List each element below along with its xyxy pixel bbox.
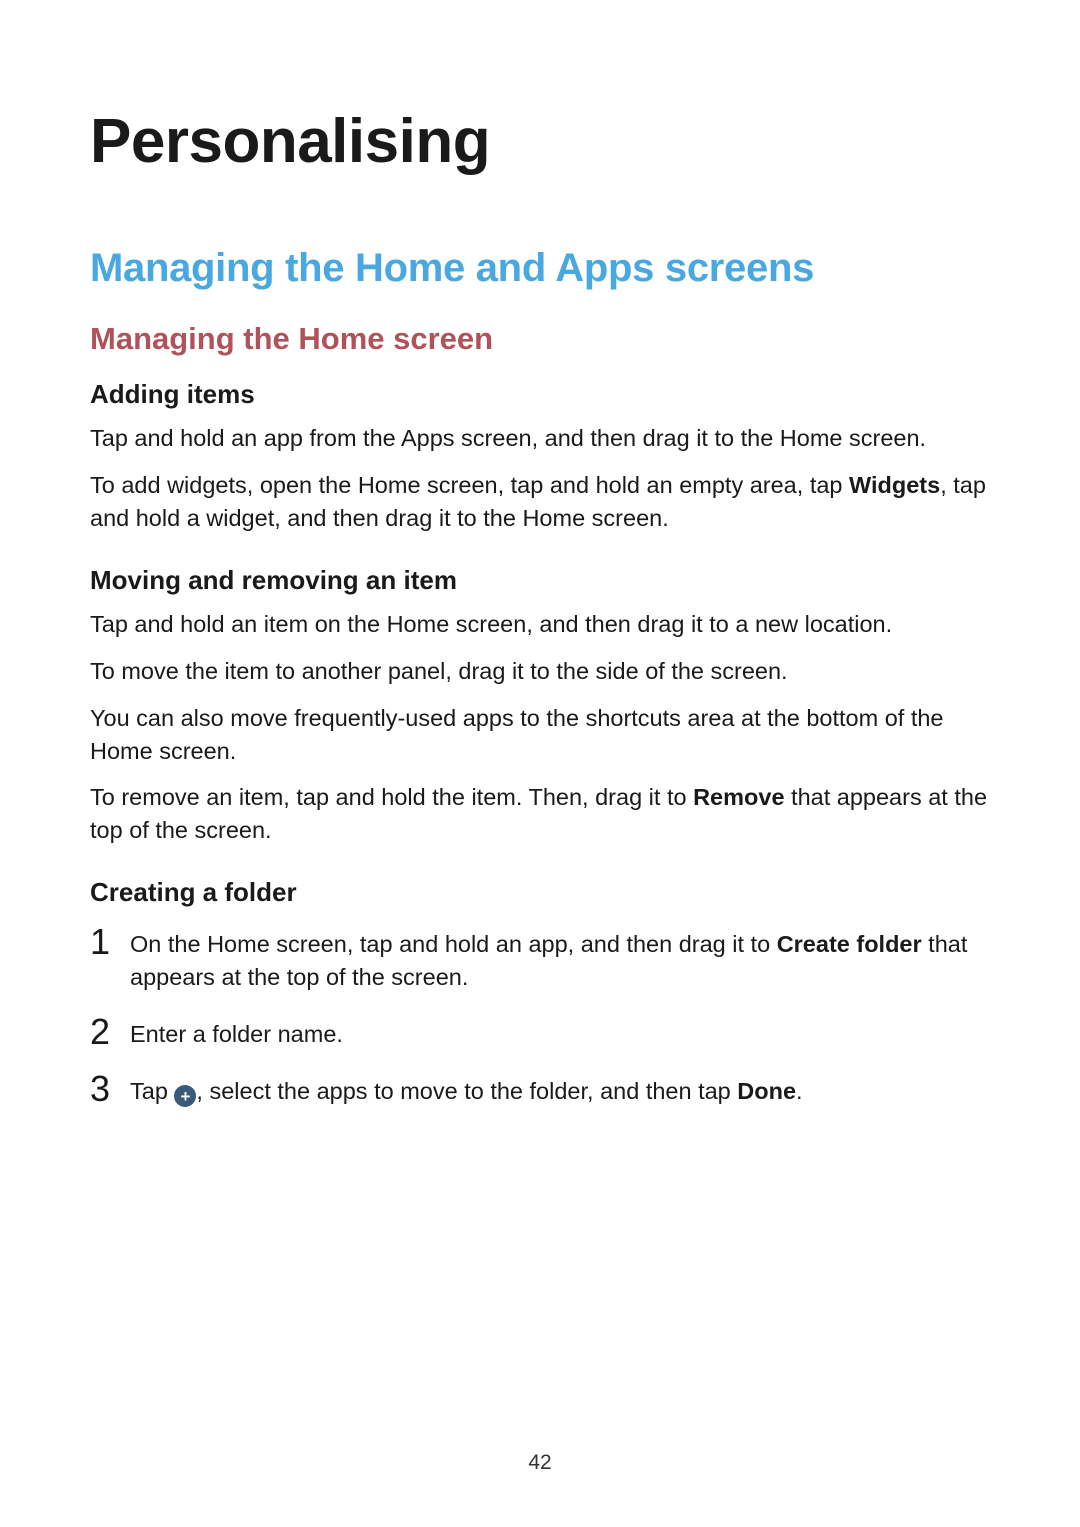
step-body: Enter a folder name. [130,1016,990,1051]
create-folder-label: Create folder [777,931,922,957]
page-title: Personalising [90,108,990,176]
creating-folder-block: Creating a folder 1 On the Home screen, … [90,877,990,1108]
adding-p2a: To add widgets, open the Home screen, ta… [90,472,849,498]
section-title: Managing the Home and Apps screens [90,246,990,291]
moving-p4a: To remove an item, tap and hold the item… [90,784,693,810]
moving-heading: Moving and removing an item [90,565,990,596]
step-body: Tap +, select the apps to move to the fo… [130,1073,990,1108]
adding-p1: Tap and hold an app from the Apps screen… [90,422,990,455]
subsection-title: Managing the Home screen [90,321,990,357]
page-number: 42 [0,1451,1080,1475]
step1-a: On the Home screen, tap and hold an app,… [130,931,777,957]
done-label: Done [737,1078,796,1104]
step-1: 1 On the Home screen, tap and hold an ap… [90,926,990,994]
step-number: 2 [90,1014,130,1050]
adding-p2: To add widgets, open the Home screen, ta… [90,469,990,535]
moving-p3: You can also move frequently-used apps t… [90,702,990,768]
adding-items-block: Adding items Tap and hold an app from th… [90,379,990,535]
step3-a: Tap [130,1078,174,1104]
adding-items-heading: Adding items [90,379,990,410]
remove-label: Remove [693,784,784,810]
step3-b: , select the apps to move to the folder,… [196,1078,737,1104]
step-number: 1 [90,924,130,960]
step-2: 2 Enter a folder name. [90,1016,990,1051]
moving-p4: To remove an item, tap and hold the item… [90,781,990,847]
plus-circle-icon: + [174,1085,196,1107]
step3-c: . [796,1078,803,1104]
moving-p2: To move the item to another panel, drag … [90,655,990,688]
step-3: 3 Tap +, select the apps to move to the … [90,1073,990,1108]
steps-list: 1 On the Home screen, tap and hold an ap… [90,926,990,1108]
step-number: 3 [90,1071,130,1107]
moving-removing-block: Moving and removing an item Tap and hold… [90,565,990,847]
widgets-label: Widgets [849,472,940,498]
creating-folder-heading: Creating a folder [90,877,990,908]
step-body: On the Home screen, tap and hold an app,… [130,926,990,994]
moving-p1: Tap and hold an item on the Home screen,… [90,608,990,641]
